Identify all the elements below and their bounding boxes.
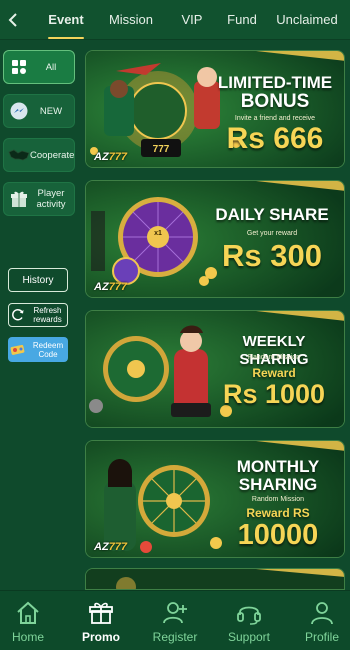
promo-banner-partial[interactable] [85,568,345,590]
banner-amount: Rs 1000 [222,379,326,409]
user-icon [311,602,333,625]
banner-amount: Rs 666 [226,122,324,155]
banner-amount: 10000 [237,519,319,551]
banner-title: DAILY SHARE [215,205,329,224]
nav-label-promo: Promo [81,630,120,644]
coupon-icon [10,343,26,357]
banner-title-line2: BONUS [240,91,310,112]
tab-unclaimed[interactable]: Unclaimed [272,0,342,40]
banner-title: MONTHLY [236,457,320,476]
nav-label-home: Home [11,630,44,644]
sidebar-item-cooperate[interactable]: Cooperate [3,138,75,172]
nav-label-profile: Profile [304,630,339,644]
banner-title: LIMITED-TIME [217,73,333,92]
nav-profile[interactable]: Profile [287,591,350,650]
banner-subtitle: Random Mission [247,354,301,361]
nav-register[interactable]: Register [140,591,210,650]
gift-icon [8,188,30,210]
sidebar-item-label: NEW [39,105,63,117]
redeem-code-label: Redeem Code [32,340,64,359]
banner-title: WEEKLY SHARING [239,333,309,368]
messenger-icon [8,100,30,122]
sidebar-item-new[interactable]: NEW [3,94,75,128]
banner-title-line2: SHARING [238,475,318,494]
nav-label-register: Register [152,630,198,644]
gift-icon [89,602,113,624]
az777-logo: AZ777 [94,541,128,553]
home-icon [17,601,39,624]
tab-mission[interactable]: Mission [96,0,166,40]
add-user-icon [163,602,187,624]
promo-banner-limited-time-bonus[interactable]: 777 LIMITED-TIME BONUS Invite a friend a… [85,50,345,168]
grid-icon [8,56,30,78]
banner-amount: Rs 300 [222,238,322,273]
tab-event[interactable]: Event [44,0,88,40]
nav-label-support: Support [227,630,271,644]
tab-vip[interactable]: VIP [170,0,214,40]
svg-text:777: 777 [153,144,170,155]
refresh-icon [11,308,25,322]
sidebar-item-label: All [45,61,57,73]
sidebar-item-label: Cooperate [30,149,75,161]
sidebar-item-label: Player activity [36,188,66,210]
banner-reward-label: Reward RS [246,506,310,520]
nav-support[interactable]: Support [214,591,284,650]
promo-banner-daily-share[interactable]: x1 DAILY SHARE Get your reward Rs 300 AZ… [85,180,345,298]
sidebar-item-all[interactable]: All [3,50,75,84]
banner-subtitle: Random Mission [251,496,305,503]
banner-artwork [86,569,344,589]
refresh-rewards-label: Refresh rewards [33,306,62,324]
banner-reward-label: Reward [252,366,296,380]
nav-promo[interactable]: Promo [66,591,136,650]
promo-banner-weekly-sharing[interactable]: WEEKLY SHARING Random Mission Reward Rs … [85,310,345,428]
refresh-rewards-button[interactable]: Refresh rewards [8,303,68,327]
headset-icon [237,606,261,625]
promo-banner-monthly-sharing[interactable]: MONTHLY SHARING Random Mission Reward RS… [85,440,345,558]
az777-logo: AZ777 [94,151,128,163]
redeem-code-button[interactable]: Redeem Code [8,337,68,362]
handshake-icon [8,144,30,166]
wheel-multiplier-label: x1 [154,230,162,237]
sidebar-item-player-activity[interactable]: Player activity [3,182,75,216]
bottom-navigation: Home Promo Register Support Profile [0,590,350,650]
top-tab-bar: Event Mission VIP Fund Unclaimed [0,0,350,40]
back-arrow-icon[interactable] [4,0,22,40]
banner-subtitle: Get your reward [246,230,298,237]
tab-fund[interactable]: Fund [220,0,264,40]
banner-subtitle: Invite a friend and receive [234,115,316,122]
az777-logo: AZ777 [94,281,128,293]
nav-home[interactable]: Home [0,591,63,650]
history-button[interactable]: History [8,268,68,292]
category-sidebar: All NEW Cooperate Player activity Histor… [0,40,80,590]
